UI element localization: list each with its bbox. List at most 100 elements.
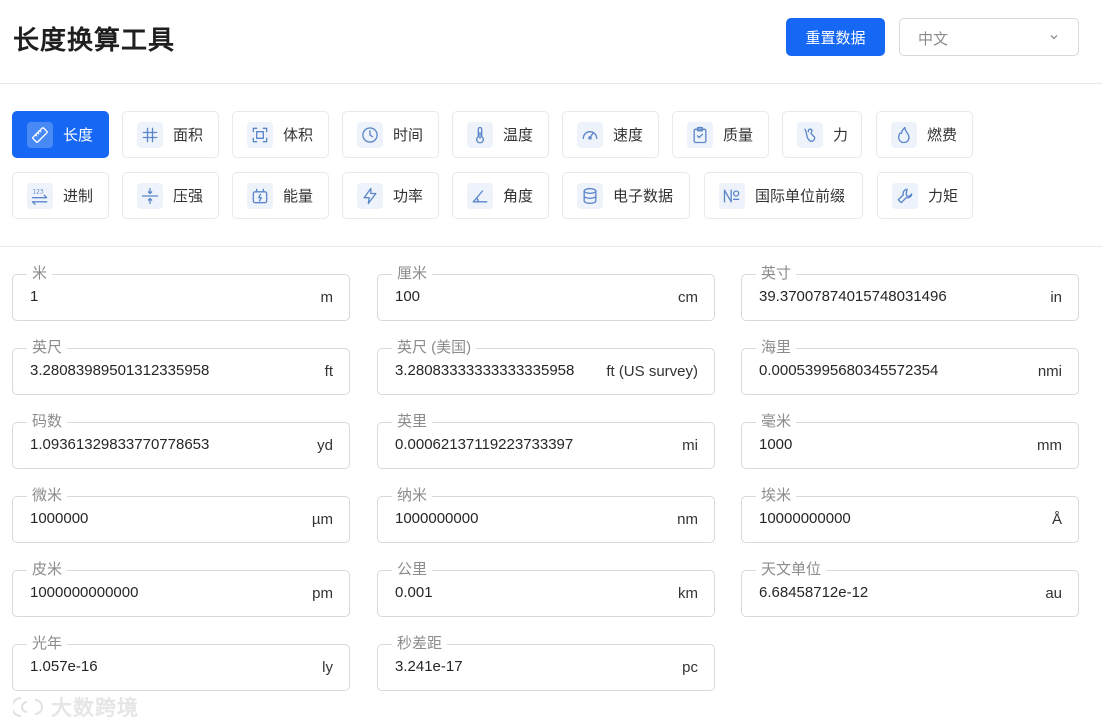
unit-suffix: cm [678, 289, 698, 306]
value-input[interactable] [30, 362, 230, 379]
category-label: 时间 [393, 127, 424, 144]
unit-suffix: m [320, 289, 334, 306]
field-label: 毫米 [756, 412, 797, 432]
category-energy[interactable]: 能量 [232, 172, 329, 219]
category-label: 速度 [613, 127, 644, 144]
value-input[interactable] [30, 288, 230, 305]
language-select[interactable]: 中文 [899, 18, 1079, 56]
unit-suffix: ly [322, 659, 333, 676]
clipboard-icon [687, 121, 713, 148]
field-label: 微米 [27, 486, 68, 506]
page-title: 长度换算工具 [13, 25, 176, 55]
value-input[interactable] [395, 362, 595, 379]
unit-field-inch: 英寸 in [741, 264, 1079, 321]
unit-field-centimeter: 厘米 cm [377, 264, 715, 321]
unit-suffix: mi [682, 437, 698, 454]
category-time[interactable]: 时间 [342, 111, 439, 158]
category-power[interactable]: 功率 [342, 172, 439, 219]
field-label: 天文单位 [756, 560, 827, 580]
field-label: 光年 [27, 634, 68, 654]
unit-field-yard: 码数 yd [12, 412, 350, 469]
watermark-logo-icon [13, 697, 43, 717]
unit-field-meter: 米 m [12, 264, 350, 321]
category-label: 功率 [393, 188, 424, 205]
battery-icon [247, 182, 273, 209]
value-input[interactable] [30, 584, 230, 601]
category-label: 温度 [503, 127, 534, 144]
unit-field-parsec: 秒差距 pc [377, 634, 715, 691]
category-speed[interactable]: 速度 [562, 111, 659, 158]
angle-icon [467, 182, 493, 209]
category-label: 体积 [283, 127, 314, 144]
category-mass[interactable]: 质量 [672, 111, 769, 158]
field-label: 埃米 [756, 486, 797, 506]
category-label: 力矩 [928, 188, 959, 205]
reset-data-button[interactable]: 重置数据 [786, 18, 885, 56]
unit-field-angstrom: 埃米 Å [741, 486, 1079, 543]
category-force[interactable]: 力 [782, 111, 862, 158]
unit-suffix: µm [311, 511, 333, 528]
unit-suffix: yd [317, 437, 333, 454]
field-label: 纳米 [392, 486, 433, 506]
value-input[interactable] [395, 658, 595, 675]
category-area[interactable]: 面积 [122, 111, 219, 158]
unit-field-nautical-mile: 海里 nmi [741, 338, 1079, 395]
category-label: 面积 [173, 127, 204, 144]
unit-suffix: km [678, 585, 698, 602]
unit-field-mile: 英里 mi [377, 412, 715, 469]
speedometer-icon [577, 121, 603, 148]
force-icon [797, 121, 823, 148]
category-volume[interactable]: 体积 [232, 111, 329, 158]
category-fuel[interactable]: 燃费 [876, 111, 973, 158]
category-bar: 长度 面积 体积 时间 温度 速度 质量 力 燃费 123 进制 压强 能量 功… [0, 85, 1102, 247]
value-input[interactable] [395, 288, 595, 305]
category-number-base[interactable]: 123 进制 [12, 172, 109, 219]
wrench-icon [892, 182, 918, 209]
unit-suffix: pc [682, 659, 698, 676]
category-temperature[interactable]: 温度 [452, 111, 549, 158]
field-label: 海里 [756, 338, 797, 358]
category-data[interactable]: 电子数据 [562, 172, 690, 219]
value-input[interactable] [30, 510, 230, 527]
field-label: 秒差距 [392, 634, 448, 654]
language-value: 中文 [918, 31, 949, 48]
unit-suffix: pm [312, 585, 333, 602]
category-label: 燃费 [927, 127, 958, 144]
value-input[interactable] [759, 584, 959, 601]
unit-field-picometer: 皮米 pm [12, 560, 350, 617]
value-input[interactable] [30, 436, 230, 453]
unit-suffix: au [1045, 585, 1062, 602]
unit-suffix: ft (US survey) [606, 363, 698, 380]
value-input[interactable] [759, 288, 959, 305]
field-label: 英寸 [756, 264, 797, 284]
category-label: 国际单位前缀 [755, 188, 846, 205]
value-input[interactable] [395, 510, 595, 527]
value-input[interactable] [30, 658, 230, 675]
category-angle[interactable]: 角度 [452, 172, 549, 219]
category-label: 质量 [723, 127, 754, 144]
value-input[interactable] [759, 510, 959, 527]
unit-suffix: in [1050, 289, 1062, 306]
category-label: 能量 [283, 188, 314, 205]
ruler-icon [27, 121, 53, 148]
category-length[interactable]: 长度 [12, 111, 109, 158]
category-pressure[interactable]: 压强 [122, 172, 219, 219]
numero-icon [719, 182, 745, 209]
category-torque[interactable]: 力矩 [877, 172, 973, 219]
unit-field-foot: 英尺 ft [12, 338, 350, 395]
unit-field-light-year: 光年 ly [12, 634, 350, 691]
database-icon [577, 182, 603, 209]
unit-field-astronomical-unit: 天文单位 au [741, 560, 1079, 617]
value-input[interactable] [759, 436, 959, 453]
category-label: 电子数据 [613, 188, 674, 205]
chevron-down-icon [1050, 35, 1058, 40]
pressure-icon [137, 182, 163, 209]
field-label: 英里 [392, 412, 433, 432]
number-base-icon: 123 [27, 182, 53, 209]
value-input[interactable] [759, 362, 959, 379]
value-input[interactable] [395, 436, 595, 453]
category-si-prefix[interactable]: 国际单位前缀 [704, 172, 863, 219]
unit-field-millimeter: 毫米 mm [741, 412, 1079, 469]
value-input[interactable] [395, 584, 595, 601]
svg-text:123: 123 [33, 189, 44, 195]
